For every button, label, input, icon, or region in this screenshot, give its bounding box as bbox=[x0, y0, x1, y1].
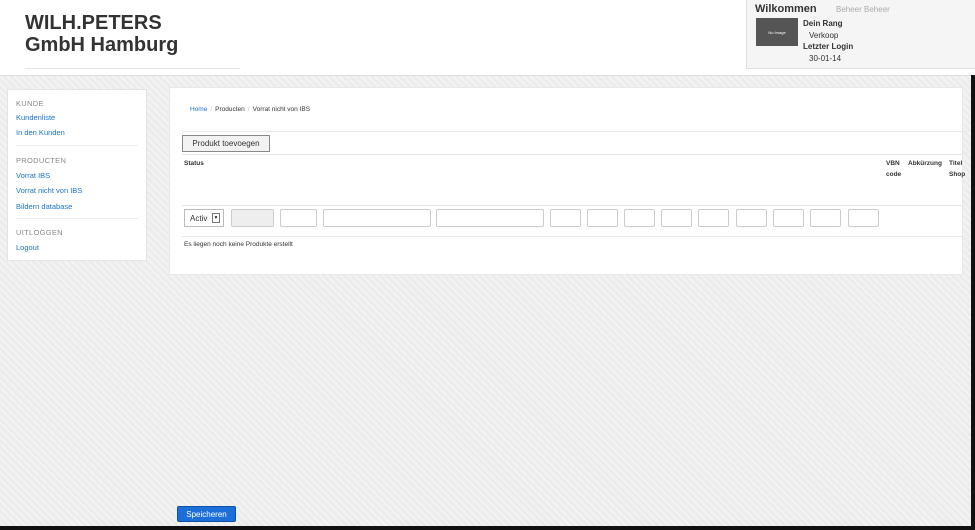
breadcrumb-separator: / bbox=[210, 106, 213, 113]
sidebar-item-logout[interactable]: Logout bbox=[16, 243, 39, 252]
filter-input[interactable] bbox=[323, 209, 431, 227]
filter-input[interactable] bbox=[587, 209, 618, 227]
filter-input[interactable] bbox=[736, 209, 767, 227]
sidebar-divider bbox=[16, 218, 138, 219]
filter-input[interactable] bbox=[810, 209, 841, 227]
last-login-value: 30-01-14 bbox=[809, 54, 842, 63]
divider bbox=[182, 205, 962, 206]
sidebar-item-vorrat-nicht-von-ibs[interactable]: Vorrat nicht von IBS bbox=[16, 186, 82, 195]
filter-input[interactable] bbox=[550, 209, 581, 227]
logo-line-2: GmbH Hamburg bbox=[25, 34, 179, 56]
divider bbox=[182, 154, 962, 155]
column-header-status: Status bbox=[184, 160, 204, 167]
status-filter-select[interactable]: Activ ▼ bbox=[184, 209, 224, 227]
filter-input[interactable] bbox=[698, 209, 729, 227]
filter-input[interactable] bbox=[848, 209, 879, 227]
filter-input-readonly bbox=[231, 209, 274, 227]
column-header-titel-shop: Titel Shop bbox=[949, 160, 966, 178]
sidebar-header-producten: PRODUCTEN bbox=[16, 156, 67, 165]
filter-input[interactable] bbox=[280, 209, 317, 227]
filter-input[interactable] bbox=[661, 209, 692, 227]
welcome-title: Wilkommen bbox=[755, 3, 817, 15]
rank-value: Verkoop bbox=[809, 31, 839, 40]
window-edge bbox=[0, 526, 975, 530]
sidebar-header-kunde: KUNDE bbox=[16, 99, 44, 108]
empty-table-message: Es liegen noch keine Produkte erstellt bbox=[184, 241, 293, 248]
column-header-vbn-code: VBN code bbox=[886, 160, 902, 178]
column-header-abkurzung: Abkürzung bbox=[908, 160, 942, 167]
company-logo: WILH.PETERS GmbH Hamburg bbox=[25, 12, 178, 56]
chevron-down-icon: ▼ bbox=[212, 213, 220, 223]
status-filter-value: Activ bbox=[190, 214, 208, 223]
welcome-username: Beheer Beheer bbox=[836, 5, 890, 14]
breadcrumb-producten: Producten bbox=[215, 106, 245, 113]
filter-input[interactable] bbox=[436, 209, 544, 227]
save-button[interactable]: Speicheren bbox=[177, 506, 236, 522]
top-header: WILH.PETERS GmbH Hamburg Wilkommen Behee… bbox=[0, 0, 975, 76]
welcome-panel: Wilkommen Beheer Beheer No Image Dein Ra… bbox=[746, 0, 975, 69]
breadcrumb-home[interactable]: Home bbox=[190, 106, 207, 113]
logo-divider bbox=[25, 68, 240, 69]
window-edge bbox=[971, 75, 975, 530]
avatar: No Image bbox=[756, 18, 798, 46]
sidebar-item-vorrat-ibs[interactable]: Vorrat IBS bbox=[16, 171, 50, 180]
sidebar-item-in-den-kunden[interactable]: In den Kunden bbox=[16, 128, 65, 137]
add-product-button[interactable]: Produkt toevoegen bbox=[182, 135, 270, 152]
rank-label: Dein Rang bbox=[803, 19, 843, 28]
avatar-placeholder-text: No Image bbox=[768, 29, 786, 35]
sidebar-header-uitloggen: UITLOGGEN bbox=[16, 228, 63, 237]
last-login-label: Letzter Login bbox=[803, 42, 854, 51]
breadcrumb-separator: / bbox=[247, 106, 250, 113]
filter-input[interactable] bbox=[773, 209, 804, 227]
divider bbox=[182, 131, 962, 132]
main-panel: Home / Producten / Vorrat nicht von IBS Prod… bbox=[169, 87, 975, 275]
breadcrumb: Home / Producten / Vorrat nicht von IBS bbox=[190, 106, 310, 113]
filter-input[interactable] bbox=[624, 209, 655, 227]
divider bbox=[182, 236, 962, 237]
sidebar: KUNDE Kundenliste In den Kunden PRODUCTE… bbox=[7, 89, 147, 261]
sidebar-divider bbox=[16, 145, 138, 146]
sidebar-item-kundenliste[interactable]: Kundenliste bbox=[16, 113, 55, 122]
logo-line-1: WILH.PETERS bbox=[25, 12, 162, 34]
breadcrumb-current: Vorrat nicht von IBS bbox=[252, 106, 311, 113]
sidebar-item-bildern-database[interactable]: Bildern database bbox=[16, 202, 72, 211]
